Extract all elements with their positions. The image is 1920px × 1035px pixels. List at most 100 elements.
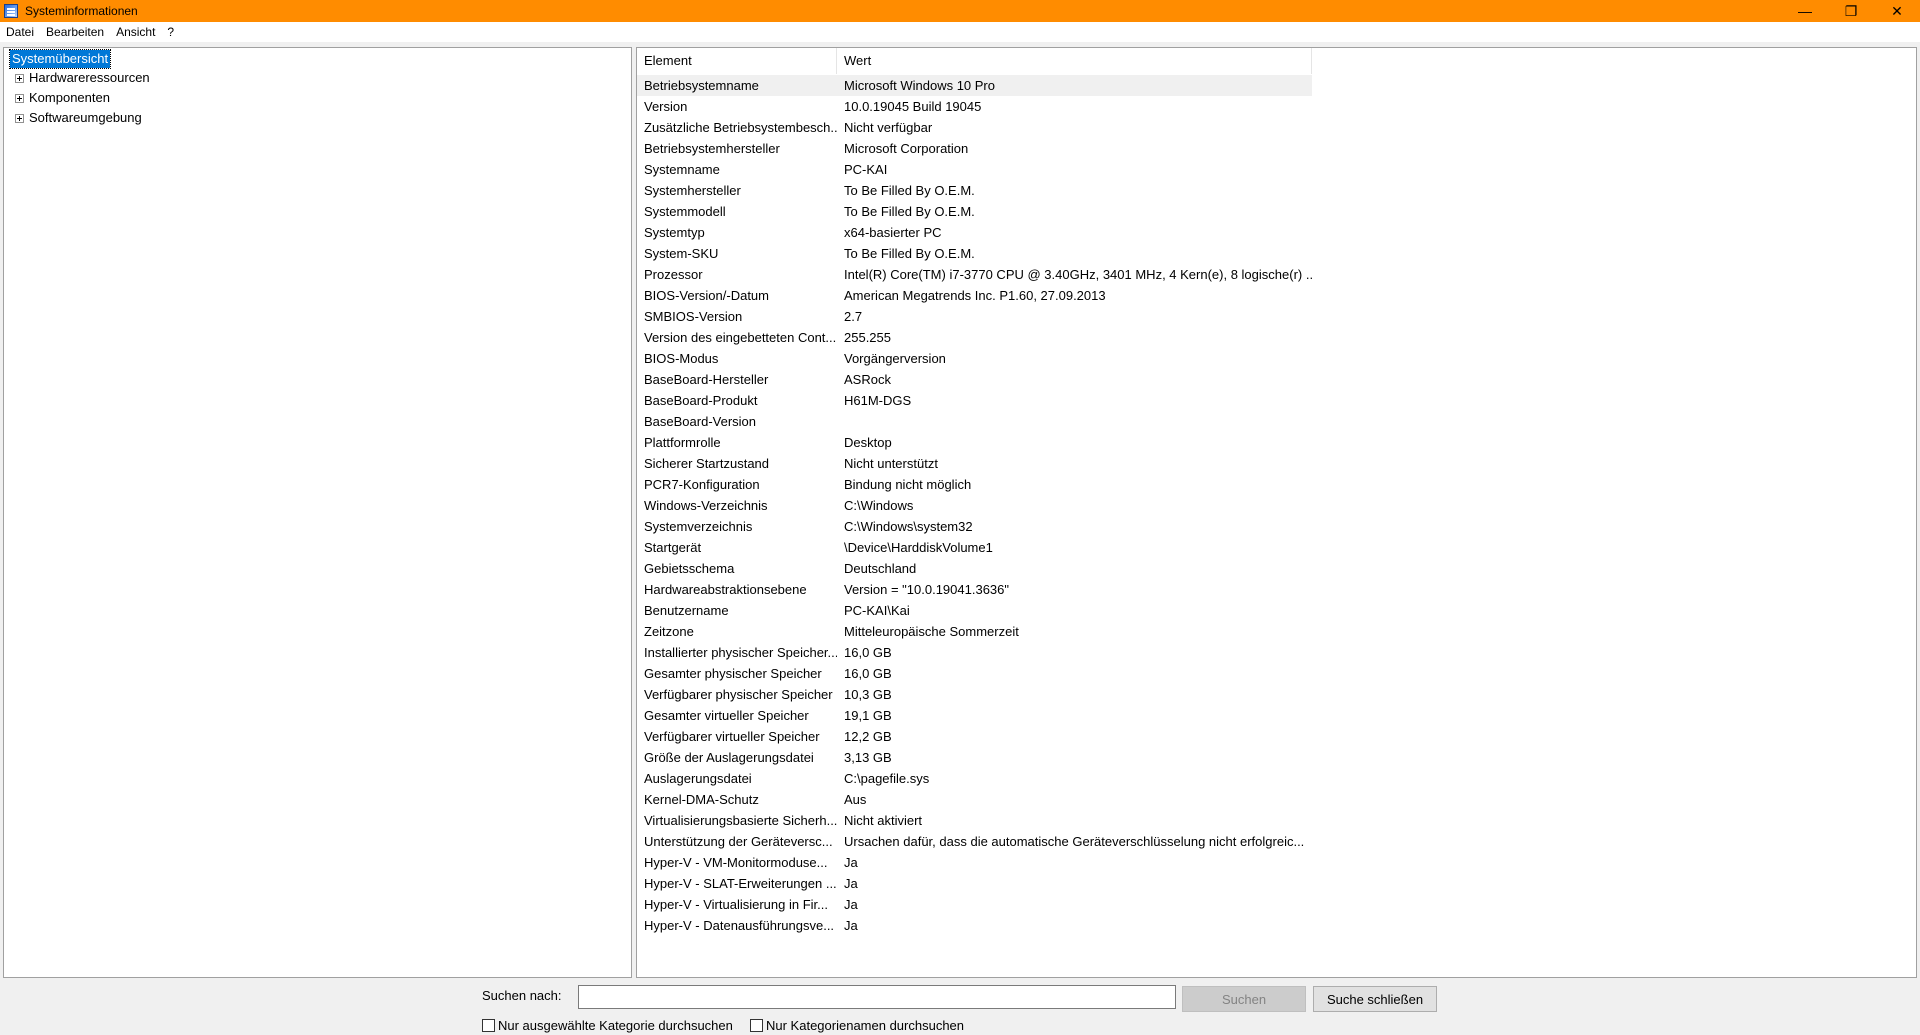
row-element-cell: Plattformrolle (644, 435, 721, 450)
table-row[interactable]: Systemmodell To Be Filled By O.E.M. (637, 201, 1312, 222)
category-names-checkbox[interactable] (750, 1019, 763, 1032)
table-row[interactable]: Prozessor Intel(R) Core(TM) i7-3770 CPU @… (637, 264, 1312, 285)
expand-plus-icon[interactable] (15, 93, 24, 103)
table-row[interactable]: Systemname PC-KAI (637, 159, 1312, 180)
table-row[interactable]: Systemverzeichnis C:\Windows\system32 (637, 516, 1312, 537)
row-value-cell: To Be Filled By O.E.M. (844, 204, 975, 219)
tree-item-softwareumgebung[interactable]: Softwareumgebung (15, 110, 142, 126)
table-row[interactable]: Gebietsschema Deutschland (637, 558, 1312, 579)
option-selected-category[interactable]: Nur ausgewählte Kategorie durchsuchen (482, 1018, 733, 1033)
table-row[interactable]: System-SKU To Be Filled By O.E.M. (637, 243, 1312, 264)
table-row[interactable]: BIOS-Modus Vorgängerversion (637, 348, 1312, 369)
row-element-cell: Installierter physischer Speicher... (644, 645, 837, 660)
table-row[interactable]: BaseBoard-Hersteller ASRock (637, 369, 1312, 390)
row-element-cell: Unterstützung der Geräteversc... (644, 834, 833, 849)
row-element-cell: Systemtyp (644, 225, 705, 240)
column-header-element[interactable]: Element (637, 48, 837, 74)
option-category-names[interactable]: Nur Kategorienamen durchsuchen (750, 1018, 964, 1033)
table-row[interactable]: Windows-Verzeichnis C:\Windows (637, 495, 1312, 516)
row-value-cell: Nicht aktiviert (844, 813, 923, 828)
table-row[interactable]: Gesamter virtueller Speicher 19,1 GB (637, 705, 1312, 726)
table-row[interactable]: BaseBoard-Produkt H61M-DGS (637, 390, 1312, 411)
table-row[interactable]: Größe der Auslagerungsdatei 3,13 GB (637, 747, 1312, 768)
table-row[interactable]: Verfügbarer physischer Speicher 10,3 GB (637, 684, 1312, 705)
close-button[interactable]: ✕ (1874, 0, 1920, 22)
table-row[interactable]: Benutzername PC-KAI\Kai (637, 600, 1312, 621)
table-row[interactable]: Plattformrolle Desktop (637, 432, 1312, 453)
table-row[interactable]: PCR7-Konfiguration Bindung nicht möglich (637, 474, 1312, 495)
column-header-value[interactable]: Wert (837, 48, 1312, 74)
row-element-cell: Version des eingebetteten Cont... (644, 330, 837, 345)
table-row[interactable]: Systemhersteller To Be Filled By O.E.M. (637, 180, 1312, 201)
tree-item-hardwareressourcen[interactable]: Hardwareressourcen (15, 70, 150, 86)
row-value-cell: 16,0 GB (844, 645, 892, 660)
expand-plus-icon[interactable] (15, 73, 24, 83)
menu-datei[interactable]: Datei (0, 22, 40, 42)
row-value-cell: x64-basierter PC (844, 225, 942, 240)
list-rows: Betriebsystemname Microsoft Windows 10 Pr… (637, 75, 1312, 936)
table-row[interactable]: Kernel-DMA-Schutz Aus (637, 789, 1312, 810)
selected-category-checkbox[interactable] (482, 1019, 495, 1032)
row-element-cell: Gesamter physischer Speicher (644, 666, 822, 681)
row-value-cell: Version = "10.0.19041.3636" (844, 582, 1010, 597)
row-value-cell: H61M-DGS (844, 393, 912, 408)
row-value-cell: 16,0 GB (844, 666, 892, 681)
row-element-cell: Betriebsystemname (644, 78, 759, 93)
tree-item-label: Komponenten (29, 90, 110, 105)
search-label: Suchen nach: (482, 988, 562, 1003)
table-row[interactable]: Betriebsystemhersteller Microsoft Corpora… (637, 138, 1312, 159)
row-value-cell: 2.7 (844, 309, 863, 324)
tree-item-systemuebersicht[interactable]: Systemübersicht (8, 49, 112, 69)
table-row[interactable]: BaseBoard-Version (637, 411, 1312, 432)
menu-ansicht[interactable]: Ansicht (110, 22, 161, 42)
table-row[interactable]: Installierter physischer Speicher... 16,0… (637, 642, 1312, 663)
table-row[interactable]: Unterstützung der Geräteversc... Ursachen… (637, 831, 1312, 852)
menu-help[interactable]: ? (161, 22, 180, 42)
category-tree[interactable]: Systemübersicht Hardwareressourcen Kompo… (3, 47, 632, 978)
minimize-button[interactable]: — (1782, 0, 1828, 22)
table-row[interactable]: Systemtyp x64-basierter PC (637, 222, 1312, 243)
row-element-cell: Kernel-DMA-Schutz (644, 792, 759, 807)
close-search-button[interactable]: Suche schließen (1313, 986, 1437, 1012)
table-row[interactable]: Zusätzliche Betriebsystembesch... Nicht v… (637, 117, 1312, 138)
table-row[interactable]: Hyper-V - Virtualisierung in Fir... Ja (637, 894, 1312, 915)
details-list[interactable]: Element Wert Betriebsystemname Microsoft … (636, 47, 1917, 978)
row-element-cell: Hyper-V - VM-Monitormoduse... (644, 855, 828, 870)
table-row[interactable]: Hardwareabstraktionsebene Version = "10.0… (637, 579, 1312, 600)
restore-button[interactable]: ❐ (1828, 0, 1874, 22)
row-value-cell: Bindung nicht möglich (844, 477, 972, 492)
tree-item-label: Softwareumgebung (29, 110, 142, 125)
row-value-cell: Nicht verfügbar (844, 120, 933, 135)
table-row[interactable]: BIOS-Version/-Datum American Megatrends I… (637, 285, 1312, 306)
table-row[interactable]: Betriebsystemname Microsoft Windows 10 Pr… (637, 75, 1312, 96)
table-row[interactable]: Version des eingebetteten Cont... 255.255 (637, 327, 1312, 348)
row-element-cell: Zeitzone (644, 624, 694, 639)
row-element-cell: Prozessor (644, 267, 703, 282)
table-row[interactable]: Hyper-V - SLAT-Erweiterungen ... Ja (637, 873, 1312, 894)
table-row[interactable]: Gesamter physischer Speicher 16,0 GB (637, 663, 1312, 684)
table-row[interactable]: SMBIOS-Version 2.7 (637, 306, 1312, 327)
search-button[interactable]: Suchen (1182, 986, 1306, 1012)
table-row[interactable]: Startgerät \Device\HarddiskVolume1 (637, 537, 1312, 558)
expand-plus-icon[interactable] (15, 113, 24, 123)
table-row[interactable]: Auslagerungsdatei C:\pagefile.sys (637, 768, 1312, 789)
row-value-cell: Intel(R) Core(TM) i7-3770 CPU @ 3.40GHz,… (844, 267, 1312, 282)
table-row[interactable]: Virtualisierungsbasierte Sicherh... Nicht… (637, 810, 1312, 831)
row-element-cell: Auslagerungsdatei (644, 771, 752, 786)
table-row[interactable]: Version 10.0.19045 Build 19045 (637, 96, 1312, 117)
tree-item-komponenten[interactable]: Komponenten (15, 90, 110, 106)
table-row[interactable]: Verfügbarer virtueller Speicher 12,2 GB (637, 726, 1312, 747)
row-element-cell: Benutzername (644, 603, 729, 618)
menu-bearbeiten[interactable]: Bearbeiten (40, 22, 110, 42)
row-value-cell: C:\Windows\system32 (844, 519, 973, 534)
row-value-cell: \Device\HarddiskVolume1 (844, 540, 993, 555)
row-value-cell: American Megatrends Inc. P1.60, 27.09.20… (844, 288, 1106, 303)
search-input[interactable] (578, 985, 1176, 1009)
row-value-cell: Aus (844, 792, 867, 807)
row-element-cell: BIOS-Modus (644, 351, 719, 366)
table-row[interactable]: Hyper-V - VM-Monitormoduse... Ja (637, 852, 1312, 873)
table-row[interactable]: Hyper-V - Datenausführungsve... Ja (637, 915, 1312, 936)
table-row[interactable]: Zeitzone Mitteleuropäische Sommerzeit (637, 621, 1312, 642)
table-row[interactable]: Sicherer Startzustand Nicht unterstützt (637, 453, 1312, 474)
row-value-cell: ASRock (844, 372, 891, 387)
